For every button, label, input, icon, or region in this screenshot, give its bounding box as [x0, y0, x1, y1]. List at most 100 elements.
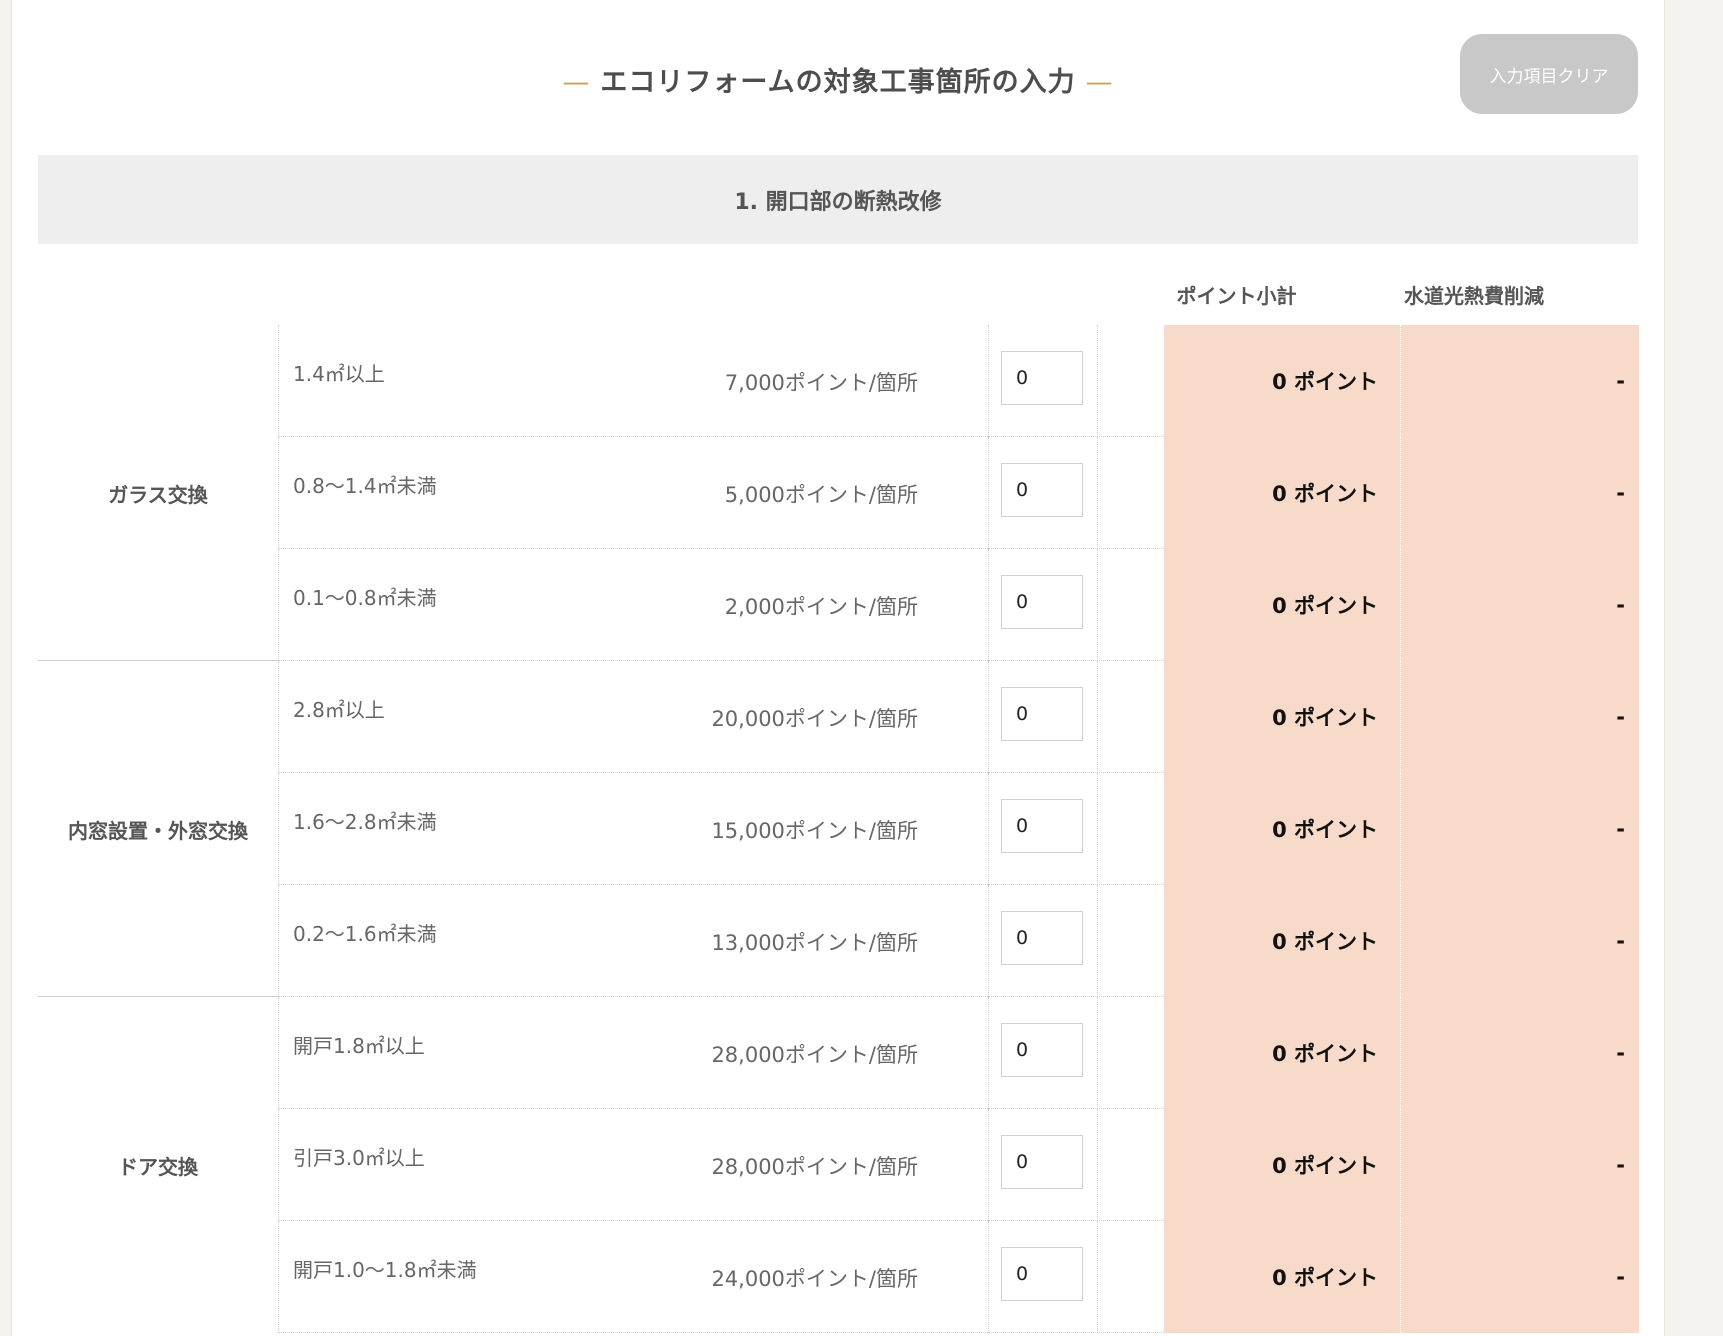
column-divider	[988, 661, 990, 773]
table-row: 引戸3.0㎡以上 28,000ポイント/箇所 0 ポイント -	[278, 1109, 1639, 1221]
utility-savings-value: -	[1616, 481, 1625, 505]
column-header-utility-savings: 水道光熱費削減	[1404, 284, 1544, 308]
points-subtotal-value: 0 ポイント	[1272, 594, 1378, 618]
points-per-location: 28,000ポイント/箇所	[711, 1155, 918, 1179]
table-row: 開戸1.0～1.8㎡未満 24,000ポイント/箇所 0 ポイント -	[278, 1221, 1639, 1333]
column-divider	[988, 325, 990, 437]
size-range: 開戸1.8㎡以上	[293, 1034, 425, 1058]
size-range: 1.4㎡以上	[293, 362, 385, 386]
quantity-input[interactable]	[1001, 575, 1083, 629]
points-subtotal: 0 ポイント	[1164, 549, 1401, 661]
utility-savings: -	[1401, 437, 1639, 549]
column-divider	[1097, 325, 1099, 437]
points-per-location: 13,000ポイント/箇所	[711, 931, 918, 955]
utility-savings-value: -	[1616, 593, 1625, 617]
column-divider	[988, 1221, 990, 1333]
points-subtotal-value: 0 ポイント	[1272, 818, 1378, 842]
title-dash-left: —	[562, 67, 591, 98]
column-divider	[988, 1109, 990, 1221]
size-range: 1.6～2.8㎡未満	[293, 810, 437, 834]
size-range: 開戸1.0～1.8㎡未満	[293, 1258, 477, 1282]
size-range: 0.2～1.6㎡未満	[293, 922, 437, 946]
column-divider	[1097, 1109, 1099, 1221]
points-subtotal: 0 ポイント	[1164, 661, 1401, 773]
quantity-input[interactable]	[1001, 1247, 1083, 1301]
table-row: 0.8～1.4㎡未満 5,000ポイント/箇所 0 ポイント -	[278, 437, 1639, 549]
utility-savings: -	[1401, 549, 1639, 661]
points-subtotal-value: 0 ポイント	[1272, 930, 1378, 954]
table-row: 0.2～1.6㎡未満 13,000ポイント/箇所 0 ポイント -	[278, 885, 1639, 997]
utility-savings-value: -	[1616, 1041, 1625, 1065]
table-row: 開戸1.8㎡以上 28,000ポイント/箇所 0 ポイント -	[278, 997, 1639, 1109]
quantity-input[interactable]	[1001, 687, 1083, 741]
panel-right-border	[1664, 0, 1665, 1336]
column-divider	[1097, 549, 1099, 661]
quantity-input[interactable]	[1001, 463, 1083, 517]
points-subtotal: 0 ポイント	[1164, 325, 1401, 437]
column-divider	[1097, 1221, 1099, 1333]
points-subtotal-value: 0 ポイント	[1272, 1266, 1378, 1290]
quantity-input[interactable]	[1001, 799, 1083, 853]
points-subtotal: 0 ポイント	[1164, 437, 1401, 549]
column-divider	[988, 437, 990, 549]
utility-savings-value: -	[1616, 1153, 1625, 1177]
utility-savings: -	[1401, 1221, 1639, 1333]
utility-savings: -	[1401, 325, 1639, 437]
points-subtotal: 0 ポイント	[1164, 997, 1401, 1109]
points-subtotal: 0 ポイント	[1164, 773, 1401, 885]
points-subtotal-value: 0 ポイント	[1272, 1042, 1378, 1066]
title-dash-right: —	[1085, 67, 1114, 98]
column-divider	[988, 885, 990, 997]
points-per-location: 24,000ポイント/箇所	[711, 1267, 918, 1291]
size-range: 0.1～0.8㎡未満	[293, 586, 437, 610]
points-subtotal-value: 0 ポイント	[1272, 1154, 1378, 1178]
points-per-location: 20,000ポイント/箇所	[711, 707, 918, 731]
column-divider	[988, 997, 990, 1109]
points-subtotal-value: 0 ポイント	[1272, 482, 1378, 506]
column-divider	[1097, 885, 1099, 997]
quantity-input[interactable]	[1001, 1023, 1083, 1077]
column-divider	[988, 549, 990, 661]
group-label: 内窓設置・外窓交換	[68, 818, 248, 843]
column-divider	[988, 773, 990, 885]
panel-header: — エコリフォームの対象工事箇所の入力 — 入力項目クリア	[12, 0, 1664, 155]
column-divider	[1097, 997, 1099, 1109]
utility-savings: -	[1401, 1109, 1639, 1221]
points-per-location: 5,000ポイント/箇所	[724, 483, 918, 507]
points-subtotal-value: 0 ポイント	[1272, 370, 1378, 394]
quantity-input[interactable]	[1001, 911, 1083, 965]
points-per-location: 2,000ポイント/箇所	[724, 595, 918, 619]
group-label: ガラス交換	[108, 482, 208, 507]
page-title: — エコリフォームの対象工事箇所の入力 —	[12, 60, 1664, 99]
utility-savings-value: -	[1616, 817, 1625, 841]
size-range: 引戸3.0㎡以上	[293, 1146, 425, 1170]
size-range: 2.8㎡以上	[293, 698, 385, 722]
utility-savings: -	[1401, 773, 1639, 885]
utility-savings-value: -	[1616, 929, 1625, 953]
utility-savings-value: -	[1616, 705, 1625, 729]
table-row: 1.4㎡以上 7,000ポイント/箇所 0 ポイント -	[278, 325, 1639, 437]
table-row: 2.8㎡以上 20,000ポイント/箇所 0 ポイント -	[278, 661, 1639, 773]
group-label: ドア交換	[118, 1154, 198, 1179]
size-range: 0.8～1.4㎡未満	[293, 474, 437, 498]
points-subtotal-value: 0 ポイント	[1272, 706, 1378, 730]
quantity-input[interactable]	[1001, 351, 1083, 405]
table-row: 1.6～2.8㎡未満 15,000ポイント/箇所 0 ポイント -	[278, 773, 1639, 885]
column-divider	[1097, 773, 1099, 885]
eco-reform-panel: — エコリフォームの対象工事箇所の入力 — 入力項目クリア 1. 開口部の断熱改修 …	[12, 0, 1664, 1336]
column-divider	[1097, 661, 1099, 773]
points-per-location: 7,000ポイント/箇所	[724, 371, 918, 395]
points-per-location: 15,000ポイント/箇所	[711, 819, 918, 843]
page-title-text: エコリフォームの対象工事箇所の入力	[600, 67, 1076, 98]
points-subtotal: 0 ポイント	[1164, 885, 1401, 997]
quantity-input[interactable]	[1001, 1135, 1083, 1189]
utility-savings: -	[1401, 661, 1639, 773]
points-subtotal: 0 ポイント	[1164, 1221, 1401, 1333]
utility-savings: -	[1401, 997, 1639, 1109]
utility-savings-value: -	[1616, 1265, 1625, 1289]
clear-inputs-button[interactable]: 入力項目クリア	[1460, 34, 1638, 114]
utility-savings-value: -	[1616, 369, 1625, 393]
column-divider	[1097, 437, 1099, 549]
column-header-points-subtotal: ポイント小計	[1176, 284, 1297, 308]
utility-savings: -	[1401, 885, 1639, 997]
